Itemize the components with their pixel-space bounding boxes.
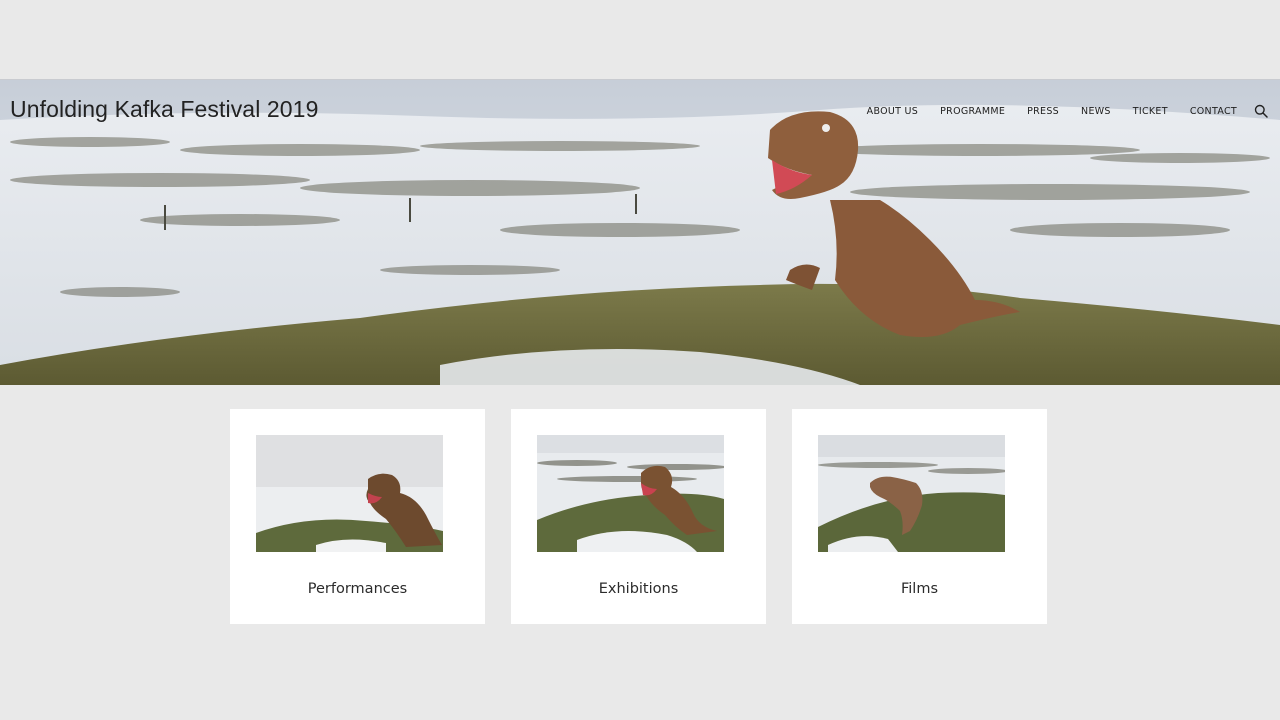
card-label[interactable]: Performances (230, 581, 485, 597)
card-performances[interactable]: Performances (230, 409, 485, 624)
card-image[interactable] (537, 435, 724, 552)
card-image[interactable] (818, 435, 1005, 552)
nav-item-news[interactable]: NEWS (1081, 106, 1111, 117)
hero-image (0, 80, 1280, 385)
card-label[interactable]: Films (792, 581, 1047, 597)
search-icon[interactable] (1254, 104, 1268, 118)
nav-item-contact[interactable]: CONTACT (1190, 106, 1237, 117)
main-nav: ABOUT US PROGRAMME PRESS NEWS TICKET CON… (845, 104, 1268, 118)
card-exhibitions[interactable]: Exhibitions (511, 409, 766, 624)
card-films[interactable]: Films (792, 409, 1047, 624)
nav-item-about-us[interactable]: ABOUT US (867, 106, 919, 117)
card-image[interactable] (256, 435, 443, 552)
category-cards: Performances Exhibitions Films (230, 409, 1047, 624)
site-title[interactable]: Unfolding Kafka Festival 2019 (10, 96, 318, 123)
nav-item-press[interactable]: PRESS (1027, 106, 1059, 117)
card-label[interactable]: Exhibitions (511, 581, 766, 597)
hero-banner: Unfolding Kafka Festival 2019 ABOUT US P… (0, 79, 1280, 385)
nav-item-ticket[interactable]: TICKET (1133, 106, 1168, 117)
nav-item-programme[interactable]: PROGRAMME (940, 106, 1005, 117)
